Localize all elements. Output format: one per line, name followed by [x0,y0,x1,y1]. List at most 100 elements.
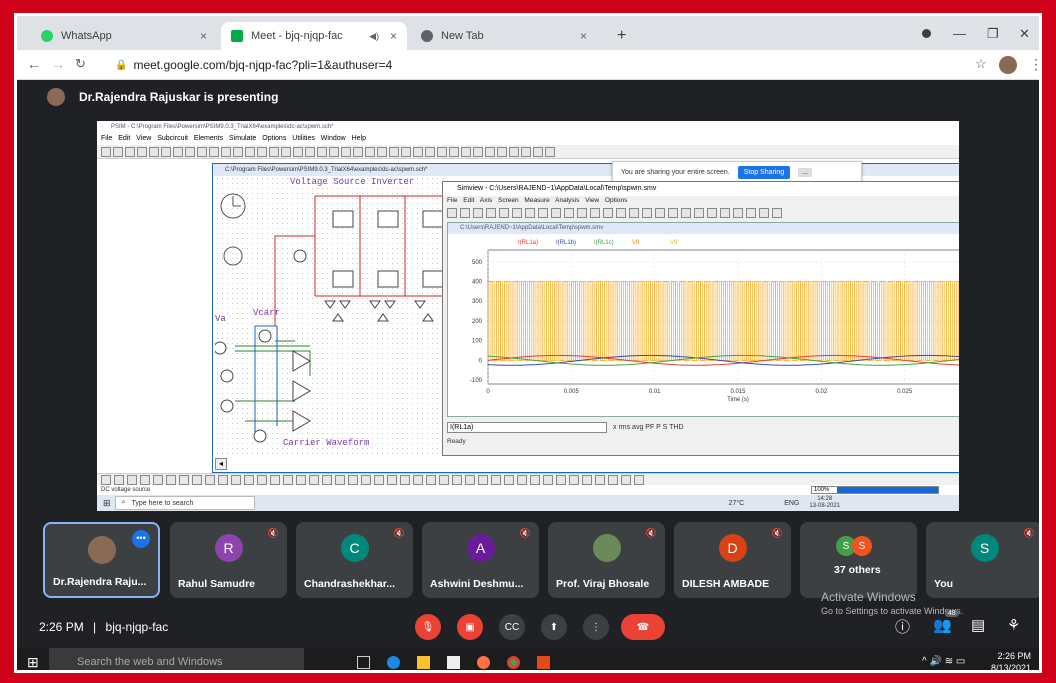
toolbar-button[interactable] [733,208,743,218]
toolbar-button[interactable] [173,146,183,157]
bookmark-star-icon[interactable]: ☆ [975,56,987,72]
element-button[interactable] [101,474,111,485]
psim-toolbar[interactable] [97,145,959,159]
element-button[interactable] [556,474,566,485]
toolbar-button[interactable] [473,146,483,157]
toolbar-button[interactable] [642,208,652,218]
toolbar-button[interactable] [512,208,522,218]
element-button[interactable] [270,474,280,485]
toolbar-button[interactable] [460,208,470,218]
maximize-button[interactable]: ❐ [987,26,999,42]
system-tray-icons[interactable]: ^ 🔊 ≋ ▭ [922,656,965,667]
toolbar-button[interactable] [461,146,471,157]
windows-start-icon[interactable]: ⊞ [27,654,39,670]
element-button[interactable] [387,474,397,485]
plot-window[interactable]: C:\Users\RAJEND~1\AppData\Local\Temp\spw… [447,222,959,417]
toolbar-button[interactable] [525,208,535,218]
toolbar-button[interactable] [668,208,678,218]
toolbar-button[interactable] [603,208,613,218]
toolbar-button[interactable] [759,208,769,218]
toolbar-button[interactable] [377,146,387,157]
toolbar-button[interactable] [293,146,303,157]
forward-arrow-icon[interactable]: → [51,56,65,72]
element-button[interactable] [322,474,332,485]
chat-icon[interactable]: ▤ [971,616,985,634]
element-button[interactable] [153,474,163,485]
schematic-canvas[interactable]: Voltage Source Inverter Va Vcarr Carrier… [213,176,445,456]
tab-whatsapp[interactable]: WhatsApp × [31,22,217,50]
tile-options-icon[interactable]: ••• [132,530,150,548]
present-button[interactable]: ⬆ [541,614,567,640]
toolbar-button[interactable] [137,146,147,157]
toolbar-button[interactable] [486,208,496,218]
simview-menu-bar[interactable]: File Edit Axis Screen Measure Analysis V… [443,196,959,206]
toolbar-button[interactable] [101,146,111,157]
task-view-icon[interactable] [357,656,370,669]
toolbar-button[interactable] [538,208,548,218]
element-button[interactable] [192,474,202,485]
toolbar-button[interactable] [449,146,459,157]
toolbar-button[interactable] [746,208,756,218]
psim-menu-bar[interactable]: File Edit View Subcircuit Elements Simul… [97,133,959,145]
element-button[interactable] [621,474,631,485]
simview-window[interactable]: Simview - C:\Users\RAJEND~1\AppData\Loca… [442,181,959,456]
toolbar-button[interactable] [413,146,423,157]
toolbar-button[interactable] [209,146,219,157]
tab-new-tab[interactable]: New Tab × [411,22,597,50]
toolbar-button[interactable] [425,146,435,157]
toolbar-button[interactable] [509,146,519,157]
toolbar-button[interactable] [329,146,339,157]
url-field[interactable]: 🔒 meet.google.com/bjq-njqp-fac?pli=1&aut… [115,55,392,75]
participant-tile[interactable]: D DILESH AMBADE 🔇 [674,522,791,598]
toolbar-button[interactable] [233,146,243,157]
close-tab-icon[interactable]: × [200,29,207,43]
element-button[interactable] [452,474,462,485]
toolbar-button[interactable] [341,146,351,157]
hide-button[interactable]: ... [798,167,813,177]
element-button[interactable] [361,474,371,485]
element-button[interactable] [595,474,605,485]
people-icon[interactable]: 👥 [933,616,952,634]
mic-off-button[interactable]: 🎙 [415,614,441,640]
firefox-icon[interactable] [477,656,490,669]
toolbar-button[interactable] [221,146,231,157]
toolbar-button[interactable] [564,208,574,218]
participant-tile[interactable]: A Ashwini Deshmu... 🔇 [422,522,539,598]
toolbar-button[interactable] [269,146,279,157]
element-button[interactable] [335,474,345,485]
toolbar-button[interactable] [257,146,267,157]
close-tab-icon[interactable]: × [390,29,397,43]
element-button[interactable] [465,474,475,485]
participant-tile[interactable]: S You 🔇 [926,522,1039,598]
minimize-button[interactable]: — [953,26,966,41]
element-button[interactable] [218,474,228,485]
store-icon[interactable] [447,656,460,669]
close-window-button[interactable]: ✕ [1019,26,1030,42]
measure-toolbar-text[interactable]: x rms avg PF P S THD [613,424,684,431]
info-icon[interactable]: ⓘ [895,616,910,637]
powerpoint-icon[interactable] [537,656,550,669]
activities-icon[interactable]: ⚘ [1007,616,1020,634]
chrome-taskbar-icon[interactable] [507,656,520,669]
toolbar-button[interactable] [545,146,555,157]
toolbar-button[interactable] [149,146,159,157]
toolbar-button[interactable] [521,146,531,157]
toolbar-button[interactable] [629,208,639,218]
toolbar-button[interactable] [437,146,447,157]
element-button[interactable] [491,474,501,485]
element-button[interactable] [114,474,124,485]
toolbar-button[interactable] [655,208,665,218]
toolbar-button[interactable] [590,208,600,218]
element-button[interactable] [582,474,592,485]
toolbar-button[interactable] [533,146,543,157]
toolbar-button[interactable] [551,208,561,218]
back-arrow-icon[interactable]: ← [27,56,41,72]
element-button[interactable] [478,474,488,485]
new-tab-button[interactable]: + [607,22,637,50]
toolbar-button[interactable] [447,208,457,218]
element-button[interactable] [413,474,423,485]
shared-screen[interactable]: PSIM - C:\Program Files\Powersim\PSIM9.0… [97,121,959,511]
windows-logo-icon[interactable]: ⊞ [103,498,111,509]
element-button[interactable] [608,474,618,485]
toolbar-button[interactable] [305,146,315,157]
